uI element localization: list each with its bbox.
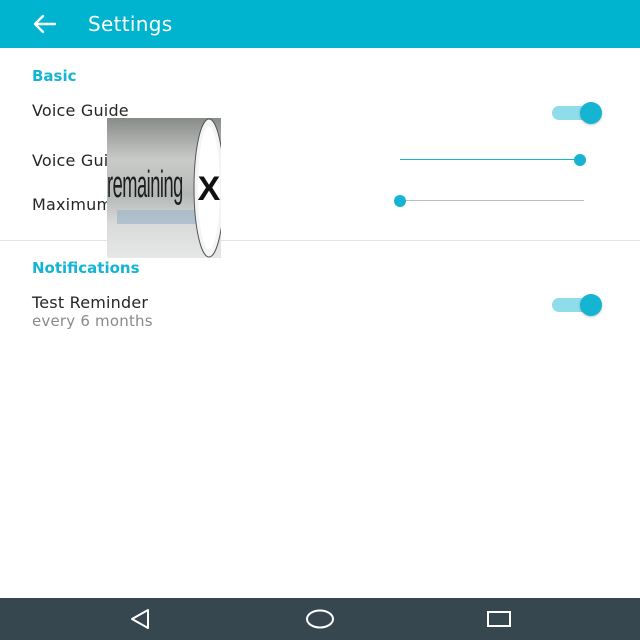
overlay-ad[interactable]: remaining X	[107, 118, 221, 258]
voice-guide-toggle[interactable]	[550, 100, 606, 126]
system-nav-bar	[0, 598, 640, 640]
back-button[interactable]	[22, 8, 66, 40]
nav-recents-button[interactable]	[479, 605, 519, 633]
arrow-left-icon	[33, 14, 57, 34]
nav-recents-square-icon	[487, 611, 511, 627]
slider-knob[interactable]	[574, 154, 586, 166]
max-brightness-slider[interactable]	[394, 191, 584, 211]
toggle-thumb[interactable]	[580, 294, 602, 316]
toggle-thumb[interactable]	[580, 102, 602, 124]
test-reminder-label: Test Reminder	[32, 293, 149, 312]
test-reminder-subtitle: every 6 months	[32, 312, 153, 330]
section-divider	[0, 240, 640, 241]
nav-home-circle-icon	[306, 609, 334, 629]
nav-home-button[interactable]	[300, 605, 340, 633]
slider-rail	[400, 200, 584, 201]
ad-text: remaining	[107, 164, 183, 206]
voice-volume-slider[interactable]	[400, 150, 586, 170]
ad-close-button[interactable]: X	[187, 118, 221, 258]
section-title-basic: Basic	[32, 67, 77, 85]
nav-back-triangle-icon	[131, 609, 149, 629]
app-bar: Settings	[0, 0, 640, 48]
close-icon: X	[198, 170, 221, 208]
page-title: Settings	[88, 12, 173, 36]
test-reminder-toggle[interactable]	[550, 292, 606, 318]
slider-fill	[400, 159, 580, 160]
section-title-notifications: Notifications	[32, 259, 140, 277]
slider-knob[interactable]	[394, 195, 406, 207]
nav-back-button[interactable]	[120, 605, 160, 633]
